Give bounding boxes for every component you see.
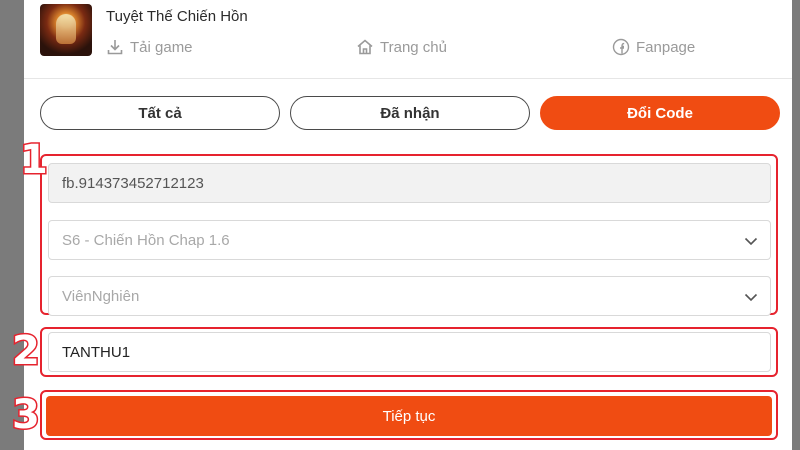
chevron-down-icon (744, 290, 758, 308)
tab-received[interactable]: Đã nhận (290, 96, 530, 130)
character-select-value: ViênNghiên (62, 287, 140, 305)
home-icon (356, 38, 374, 56)
tab-redeem-code[interactable]: Đổi Code (540, 96, 780, 130)
download-icon (106, 38, 124, 56)
nav-download-link[interactable]: Tải game (106, 38, 193, 56)
gift-code-input[interactable]: TANTHU1 (48, 332, 771, 372)
account-id-field: fb.914373452712123 (48, 163, 771, 203)
continue-button[interactable]: Tiếp tục (46, 396, 772, 436)
nav-home-label: Trang chủ (380, 38, 447, 56)
tab-all[interactable]: Tất cả (40, 96, 280, 130)
facebook-icon (612, 38, 630, 56)
chevron-down-icon (744, 234, 758, 252)
game-thumbnail (40, 4, 92, 56)
server-select-value: S6 - Chiến Hồn Chap 1.6 (62, 231, 230, 249)
character-select[interactable]: ViênNghiên (48, 276, 771, 316)
game-title: Tuyệt Thế Chiến Hồn (106, 8, 248, 25)
nav-home-link[interactable]: Trang chủ (356, 38, 447, 56)
tab-bar: Tất cả Đã nhận Đổi Code (40, 96, 780, 132)
step-number-2: 2 (11, 328, 42, 374)
nav-download-label: Tải game (130, 38, 193, 56)
server-select[interactable]: S6 - Chiến Hồn Chap 1.6 (48, 220, 771, 260)
nav-fanpage-link[interactable]: Fanpage (612, 38, 695, 56)
nav-fanpage-label: Fanpage (636, 38, 696, 56)
step-number-1: 1 (19, 137, 50, 183)
step-number-3: 3 (11, 392, 42, 438)
